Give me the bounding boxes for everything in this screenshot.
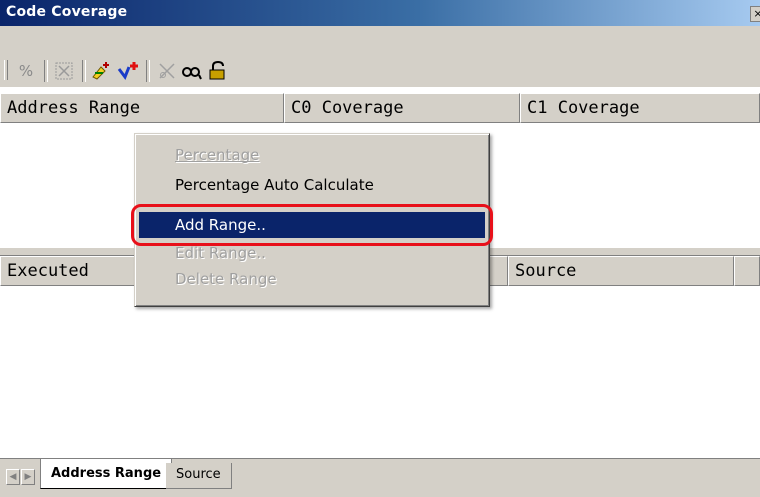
tab-scroll-right-button[interactable]: ▶ [21,469,35,485]
code-coverage-window: Code Coverage × % Address Range C0 Cover… [0,0,760,497]
find-button[interactable] [180,60,204,82]
triangle-left-icon: ◀ [9,472,17,482]
menu-item-add-range[interactable]: Add Range.. [139,212,485,238]
menu-item-percentage[interactable]: Percentage [139,142,485,168]
triangle-right-icon: ▶ [24,472,32,482]
column-header-empty [734,256,760,286]
window-title: Code Coverage [6,4,128,20]
column-header-c1-coverage[interactable]: C1 Coverage [520,93,760,123]
column-header-source[interactable]: Source [508,256,734,286]
tab-scroll-left-button[interactable]: ◀ [6,469,20,485]
context-menu: Percentage Percentage Auto Calculate Add… [134,133,490,307]
menu-item-edit-range[interactable]: Edit Range.. [139,240,485,266]
percent-button[interactable]: % [14,60,38,82]
toolbar-grip[interactable] [4,60,8,80]
add-range-icon [92,62,109,80]
clear-button[interactable] [156,60,180,82]
percent-auto-icon [55,62,73,80]
add-range-button[interactable] [90,60,114,82]
close-button[interactable]: × [750,6,760,22]
percent-auto-button[interactable] [52,60,76,82]
menu-item-label: Delete Range [175,270,277,288]
menu-item-label: Add Range.. [175,216,266,234]
source-list[interactable] [0,288,760,458]
tab-source[interactable]: Source [166,463,232,489]
column-header-address-range[interactable]: Address Range [0,93,284,123]
menu-item-delete-range[interactable]: Delete Range [139,266,485,292]
title-bar[interactable]: Code Coverage × [0,0,760,26]
toolbar-separator [82,60,86,82]
column-header-c0-coverage[interactable]: C0 Coverage [284,93,520,123]
lock-icon [209,61,225,80]
toolbar: % [0,26,760,87]
menu-item-label: Edit Range.. [175,244,266,262]
menu-item-label: Percentage [175,146,260,164]
percent-icon: % [18,62,34,80]
clear-icon [159,63,175,79]
add-source-button[interactable] [116,60,140,82]
tab-bar: ◀ ▶ Address Range Source [0,458,760,497]
toolbar-separator [146,60,150,82]
menu-item-percentage-auto-calculate[interactable]: Percentage Auto Calculate [139,172,485,198]
tab-address-range[interactable]: Address Range [40,459,173,489]
menu-separator [141,204,483,206]
menu-item-label: Percentage Auto Calculate [175,176,374,194]
find-icon [182,67,202,80]
lock-button[interactable] [206,60,230,82]
toolbar-separator [44,60,48,82]
add-source-icon [117,62,138,81]
